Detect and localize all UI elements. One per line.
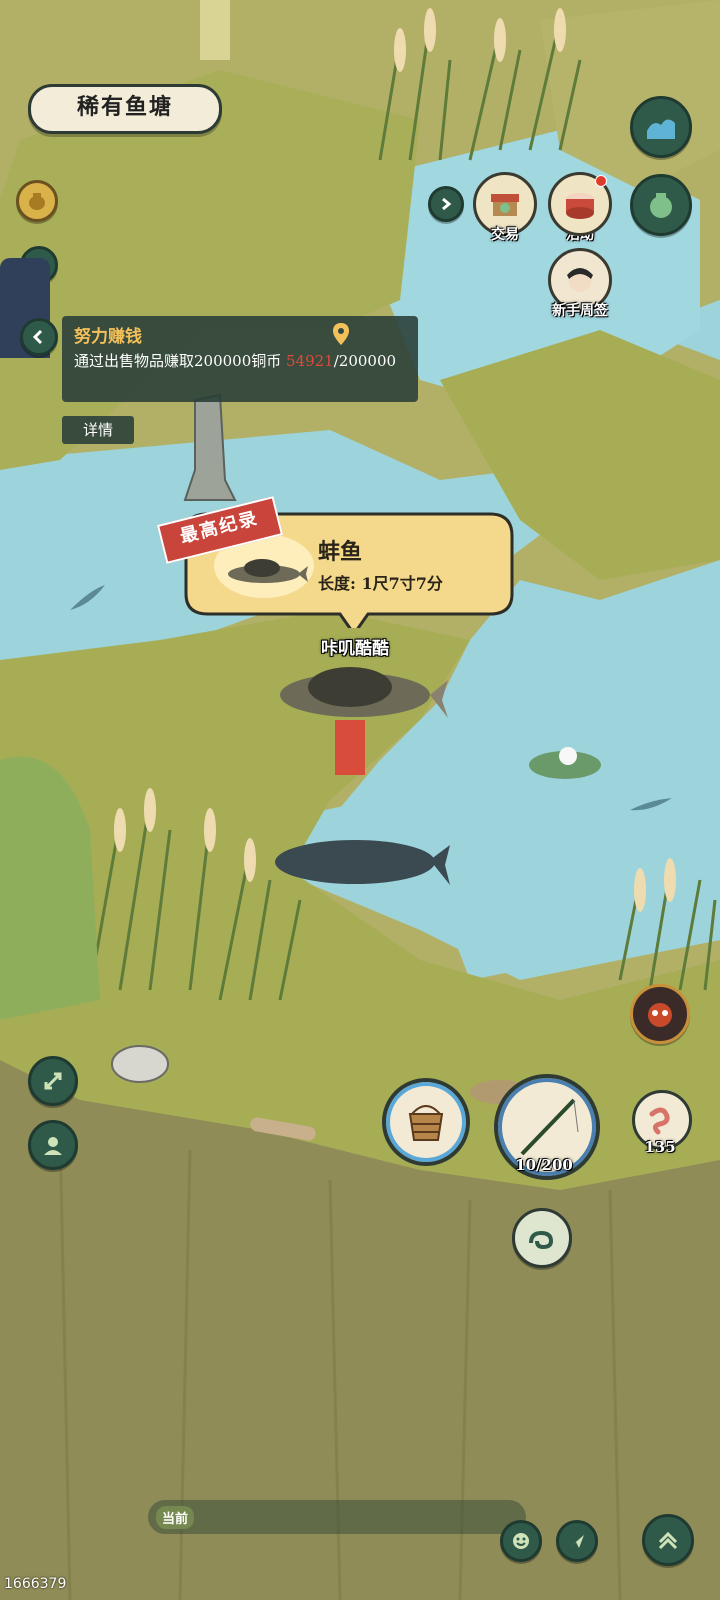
fish-length-label: 长度: (318, 574, 356, 593)
cloud-swirl-icon (529, 1230, 554, 1250)
novice-label: 新手周签 (552, 303, 608, 319)
avatar-icon (44, 1137, 62, 1155)
cast-button[interactable] (512, 1208, 572, 1268)
task-detail-button[interactable]: 详情 (62, 416, 134, 444)
novice-menu-item[interactable]: 新手周签 (535, 248, 625, 320)
novice-avatar-icon (567, 268, 593, 292)
fish-name: 蚌鱼 (318, 539, 363, 565)
water-wave-button[interactable] (630, 96, 692, 158)
location-name: 稀有鱼塘 (76, 94, 173, 120)
user-id: 1666379 (4, 1576, 67, 1592)
player-name: 咔叽酷酷 (321, 639, 389, 659)
monster-badge-button[interactable] (630, 984, 690, 1044)
pot-icon (29, 193, 45, 210)
bait-count: 135 (644, 1138, 676, 1156)
expand-chat-button[interactable] (642, 1514, 694, 1566)
chat-channel-label: 当前 (156, 1506, 195, 1529)
chat-send-button[interactable] (556, 1520, 598, 1562)
task-progress: 54921/200000 (286, 352, 396, 370)
location-name-tag[interactable]: 稀有鱼塘 (28, 84, 222, 134)
pot-button[interactable] (16, 180, 58, 222)
chevron-up-icon (658, 1531, 678, 1550)
monster-badge-icon (648, 1003, 672, 1027)
fullscreen-button[interactable] (28, 1056, 78, 1106)
emoji-button[interactable] (500, 1520, 542, 1562)
map-pin-icon[interactable] (332, 322, 350, 346)
emoji-icon (513, 1533, 529, 1549)
chat-send-icon (570, 1535, 584, 1548)
worm-bait-icon (649, 1107, 670, 1135)
fullscreen-icon (44, 1072, 62, 1090)
fish-thumbnail-icon (228, 559, 308, 583)
expand-menu-button[interactable] (428, 186, 464, 222)
bucket-icon (408, 1105, 444, 1141)
task-description: 通过出售物品赚取200000铜币 (74, 352, 282, 370)
task-progress-total: /200000 (333, 352, 397, 370)
event-notification-dot (595, 175, 607, 187)
event-button[interactable] (548, 172, 612, 236)
fishing-rod-icon (520, 1098, 579, 1156)
task-panel[interactable]: 努力赚钱 通过出售物品赚取200000铜币 54921/200000 (62, 316, 418, 402)
drum-icon (566, 193, 594, 219)
task-progress-current: 54921 (286, 352, 334, 370)
chevron-left-icon (32, 329, 43, 345)
fish-length: 长度: 1尺7寸7分 (318, 570, 443, 594)
event-menu-item[interactable]: 活动 (535, 172, 625, 244)
task-title: 努力赚钱 (74, 327, 142, 347)
bucket-button[interactable] (382, 1078, 470, 1166)
trade-stall-icon (491, 194, 519, 216)
expand-arrow-icon (442, 197, 452, 211)
chat-bar[interactable]: 当前 (148, 1500, 526, 1534)
avatar-button[interactable] (28, 1120, 78, 1170)
collapse-task-button[interactable] (20, 318, 58, 356)
water-wave-icon (647, 119, 675, 139)
bag-icon (650, 193, 672, 218)
bag-button[interactable] (630, 174, 692, 236)
fish-length-value: 1尺7寸7分 (361, 574, 443, 593)
rod-durability: 10/200 (515, 1156, 573, 1174)
